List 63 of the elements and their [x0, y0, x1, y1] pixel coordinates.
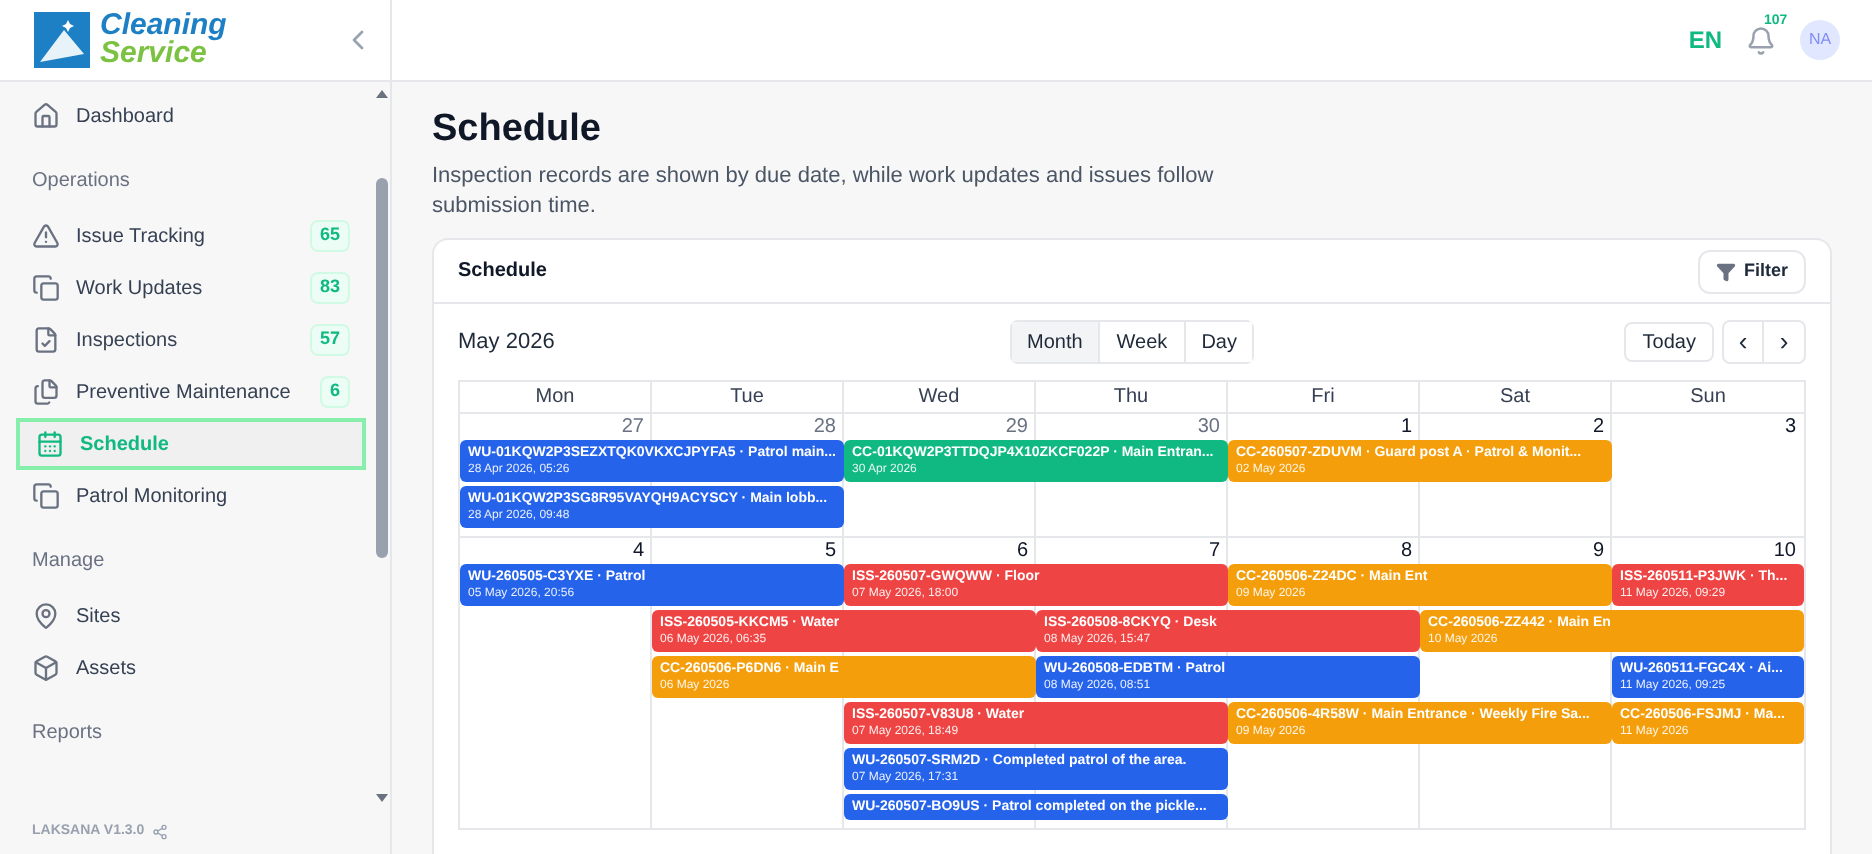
logo-text: Cleaning [100, 12, 227, 40]
day-number: 27 [619, 414, 646, 440]
cube-icon [32, 654, 60, 682]
count-badge: 57 [309, 324, 350, 356]
warning-icon [32, 222, 60, 250]
copy-icon [32, 274, 60, 302]
previous-button[interactable]: ‹ [1723, 322, 1764, 362]
copy-icon [32, 482, 60, 510]
share-icon[interactable] [152, 824, 169, 840]
month-label: May 2026 [458, 327, 557, 358]
day-number: 8 [1398, 538, 1414, 564]
section-title: Manage [30, 548, 107, 576]
weekday-header: Sun [1688, 384, 1728, 412]
nav-item[interactable]: Assets [16, 642, 366, 694]
today-button[interactable]: Today [1624, 322, 1714, 362]
day-number: 6 [1014, 538, 1030, 564]
count-badge: 6 [319, 376, 350, 408]
documents-icon [32, 378, 60, 406]
scrollbar-thumb[interactable] [376, 178, 388, 558]
view-tab[interactable]: Month [1011, 322, 1101, 362]
day-number: 10 [1771, 538, 1798, 564]
nav-item[interactable]: Dashboard [16, 90, 366, 142]
next-button[interactable]: › [1763, 322, 1804, 362]
day-number: 29 [1003, 414, 1030, 440]
nav-item[interactable]: Patrol Monitoring [16, 470, 366, 522]
count-badge: 83 [309, 272, 350, 304]
weekday-header: Fri [1228, 382, 1420, 412]
page-title: Schedule [432, 106, 603, 154]
weekday-header: Sat [1420, 382, 1612, 412]
count-badge: 65 [309, 220, 350, 252]
scroll-down-icon[interactable] [376, 794, 388, 802]
card-title: Schedule [458, 258, 547, 286]
nav-item[interactable]: Preventive Maintenance 6 [16, 366, 366, 418]
page-description: Inspection records are shown by due date, while work updates and issues follow submission time. [432, 162, 1216, 222]
section-title: Reports [30, 720, 105, 748]
logo-text: Service [100, 40, 207, 68]
filter-icon [1715, 261, 1736, 281]
day-number: 9 [1590, 538, 1606, 564]
calendar-icon [36, 430, 64, 458]
day-number: 4 [630, 538, 646, 564]
nav-item[interactable]: Sites [16, 590, 366, 642]
day-number: 28 [811, 414, 838, 440]
day-number: 5 [822, 538, 838, 564]
map-pin-icon [32, 602, 60, 630]
day-number: 3 [1782, 414, 1798, 440]
day-number: 2 [1590, 414, 1606, 440]
filter-button[interactable]: Filter [1697, 249, 1806, 293]
nav-item[interactable]: Inspections 57 [16, 314, 366, 366]
weekday-header: Wed [844, 382, 1036, 412]
nav-item[interactable]: Issue Tracking 65 [16, 210, 366, 262]
document-check-icon [32, 326, 60, 354]
weekday-header: Thu [1036, 382, 1228, 412]
home-icon [32, 102, 60, 130]
weekday-header: Mon [460, 382, 652, 412]
notification-bell-icon[interactable] [1746, 25, 1776, 55]
nav-item[interactable]: Work Updates 83 [16, 262, 366, 314]
day-number: 30 [1195, 414, 1222, 440]
scroll-up-icon[interactable] [376, 90, 388, 98]
day-number: 1 [1398, 414, 1414, 440]
weekday-header: Tue [652, 382, 844, 412]
section-title: Operations [30, 168, 132, 196]
logo-icon [32, 10, 92, 70]
day-number: 7 [1206, 538, 1222, 564]
